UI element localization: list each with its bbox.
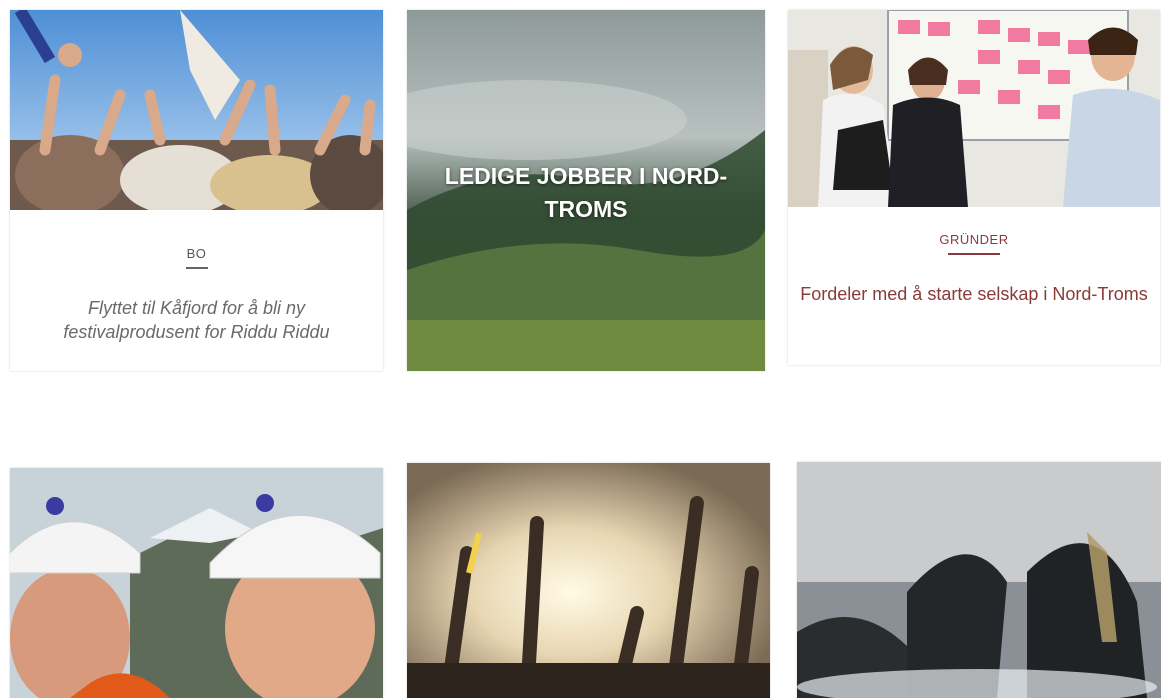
- workers-selfie-image: [10, 468, 383, 698]
- category-label[interactable]: BO: [10, 246, 383, 269]
- category-link[interactable]: GRÜNDER: [939, 232, 1008, 247]
- category-label[interactable]: GRÜNDER: [788, 232, 1160, 255]
- article-card-concert[interactable]: [407, 463, 770, 698]
- category-underline: [948, 253, 1000, 255]
- office-meeting-image: [788, 10, 1160, 207]
- category-link[interactable]: BO: [187, 246, 207, 261]
- article-card-whales[interactable]: [797, 462, 1161, 698]
- article-grid: BO Flyttet til Kåfjord for å bli ny fest…: [0, 0, 1161, 698]
- article-card-workers[interactable]: [10, 468, 383, 698]
- category-underline: [185, 267, 208, 269]
- jobs-overlay-title[interactable]: LEDIGE JOBBER I NORD-TROMS: [407, 160, 765, 226]
- concert-hands-image: [407, 463, 770, 698]
- article-title[interactable]: Fordeler med å starte selskap i Nord-Tro…: [798, 282, 1150, 306]
- article-card-festival[interactable]: BO Flyttet til Kåfjord for å bli ny fest…: [10, 10, 383, 371]
- article-card-founder[interactable]: GRÜNDER Fordeler med å starte selskap i …: [788, 10, 1160, 365]
- festival-crowd-image: [10, 10, 383, 210]
- article-card-jobs[interactable]: LEDIGE JOBBER I NORD-TROMS: [407, 10, 765, 371]
- article-title[interactable]: Flyttet til Kåfjord for å bli ny festiva…: [20, 296, 373, 344]
- humpback-whales-image: [797, 462, 1161, 698]
